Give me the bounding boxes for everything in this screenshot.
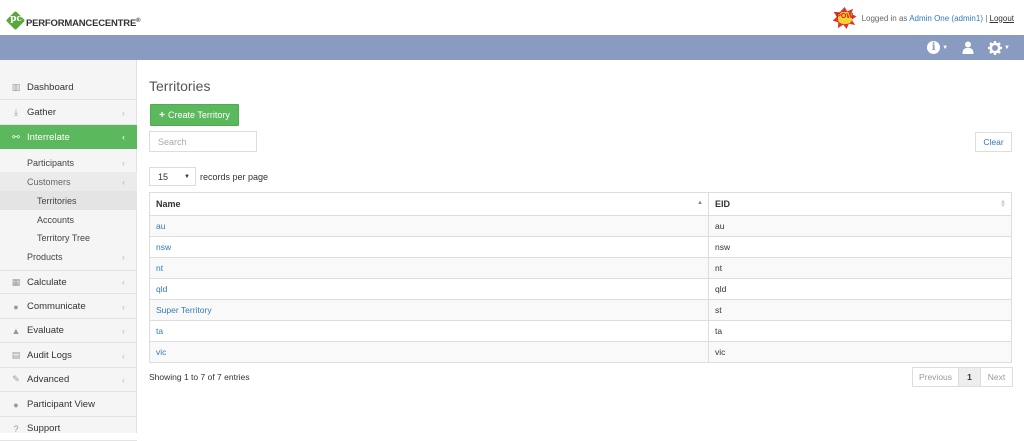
chevron-left-icon: ‹ bbox=[122, 374, 125, 385]
top-nav-bar: i ▼ ▼ bbox=[0, 35, 1024, 60]
brand-logo[interactable]: pc PERFORMANCECENTRE® bbox=[5, 7, 141, 31]
previous-page-button[interactable]: Previous bbox=[913, 368, 959, 386]
sidebar-item-advanced[interactable]: ✎ Advanced ‹ bbox=[0, 368, 137, 392]
chevron-left-icon: ‹ bbox=[122, 325, 125, 336]
main-content: Territories +Create Territory Clear 15▼ … bbox=[137, 60, 1024, 433]
eid-cell: qld bbox=[708, 278, 1012, 300]
sidebar-item-interrelate[interactable]: ⚯ Interrelate ‹ bbox=[0, 125, 137, 149]
sidebar-item-gather[interactable]: ⤓ Gather ‹ bbox=[0, 101, 137, 125]
eid-cell: nt bbox=[708, 257, 1012, 279]
question-icon: ? bbox=[13, 423, 19, 434]
sidebar-item-calculate[interactable]: ▦ Calculate ‹ bbox=[0, 270, 137, 294]
sidebar-item-communicate[interactable]: ● Communicate ‹ bbox=[0, 295, 137, 319]
chevron-left-icon: ‹ bbox=[122, 301, 125, 312]
plus-icon: + bbox=[159, 109, 165, 121]
chevron-left-icon: ‹ bbox=[122, 350, 125, 361]
territory-link[interactable]: Super Territory bbox=[156, 305, 212, 315]
table-row: vic vic bbox=[149, 341, 1012, 363]
sort-asc-icon: ▲ bbox=[697, 200, 703, 206]
chevron-left-icon: ‹ bbox=[122, 107, 125, 118]
territory-link[interactable]: au bbox=[156, 221, 165, 231]
link-icon: ⚯ bbox=[12, 131, 20, 142]
chevron-left-icon: ‹ bbox=[122, 251, 125, 262]
sidebar: ▥ Dashboard ⤓ Gather ‹ ⚯ Interrelate ‹ Partic… bbox=[0, 60, 137, 441]
territories-table: Name ▲ EID ▲ ▼ au au nsw nsw nt nt qld qld Supe… bbox=[149, 192, 1012, 363]
sidebar-item-evaluate[interactable]: ▲ Evaluate ‹ bbox=[0, 319, 137, 343]
sidebar-item-accounts[interactable]: Accounts bbox=[0, 210, 137, 229]
brand-name: PERFORMANCECENTRE® bbox=[26, 17, 141, 29]
logo-mark-icon: pc bbox=[5, 10, 26, 31]
sidebar-item-participant-view[interactable]: ● Participant View bbox=[0, 393, 137, 417]
table-row: nsw nsw bbox=[149, 236, 1012, 258]
column-header-name[interactable]: Name ▲ bbox=[149, 192, 709, 216]
sidebar-item-audit-logs[interactable]: ▤ Audit Logs ‹ bbox=[0, 344, 137, 368]
settings-menu-button[interactable]: ▼ bbox=[988, 40, 1010, 55]
user-box: POW Logged in as Admin One (admin1) | Lo… bbox=[832, 7, 1014, 29]
file-icon: ▤ bbox=[11, 350, 21, 360]
sidebar-item-products[interactable]: Products ‹ bbox=[0, 247, 137, 266]
column-header-eid[interactable]: EID ▲ ▼ bbox=[708, 192, 1012, 216]
info-menu-button[interactable]: i ▼ bbox=[927, 41, 948, 54]
top-header: pc PERFORMANCECENTRE® POW Logged in as A… bbox=[0, 0, 1024, 35]
user-icon: ● bbox=[13, 399, 19, 410]
chevron-down-icon: ‹ bbox=[122, 132, 125, 142]
sidebar-item-customers[interactable]: Customers ‹ bbox=[0, 172, 137, 191]
gear-icon bbox=[988, 40, 1003, 55]
territory-link[interactable]: vic bbox=[156, 347, 166, 357]
wrench-icon: ✎ bbox=[12, 374, 20, 384]
logout-link[interactable]: Logout bbox=[990, 14, 1014, 23]
pagination: Previous 1 Next bbox=[912, 367, 1013, 387]
chevron-left-icon: ‹ bbox=[122, 277, 125, 287]
table-row: au au bbox=[149, 215, 1012, 237]
records-per-page-select[interactable]: 15 ▼ bbox=[149, 167, 196, 186]
user-icon bbox=[962, 41, 974, 54]
search-input[interactable] bbox=[149, 131, 257, 152]
eid-cell: nsw bbox=[708, 236, 1012, 258]
records-per-page-label: records per page bbox=[200, 171, 269, 182]
info-icon: i bbox=[927, 41, 941, 54]
territory-link[interactable]: nt bbox=[156, 263, 163, 273]
territory-link[interactable]: ta bbox=[156, 326, 163, 336]
page-1-button[interactable]: 1 bbox=[959, 368, 981, 386]
create-territory-button[interactable]: + Create Territory bbox=[150, 104, 239, 126]
eid-cell: au bbox=[708, 215, 1012, 237]
sidebar-item-territories[interactable]: Territories bbox=[0, 191, 137, 210]
download-icon: ⤓ bbox=[14, 107, 18, 117]
chevron-down-icon: ‹ bbox=[122, 176, 125, 187]
sidebar-item-participants[interactable]: Participants ‹ bbox=[0, 153, 137, 172]
table-row: qld qld bbox=[149, 278, 1012, 300]
avatar[interactable]: POW bbox=[832, 7, 857, 29]
table-info: Showing 1 to 7 of 7 entries bbox=[149, 372, 250, 382]
calculator-icon: ▦ bbox=[11, 276, 21, 287]
table-row: nt nt bbox=[149, 257, 1012, 279]
territory-link[interactable]: qld bbox=[156, 284, 167, 294]
sidebar-item-support[interactable]: ? Support bbox=[0, 417, 137, 441]
thumbs-up-icon: ▲ bbox=[11, 325, 21, 336]
eid-cell: vic bbox=[708, 341, 1012, 363]
chevron-left-icon: ‹ bbox=[122, 157, 125, 168]
table-row: Super Territory st bbox=[149, 299, 1012, 321]
comments-icon: ● bbox=[13, 301, 19, 312]
caret-down-icon: ▼ bbox=[184, 173, 190, 180]
territory-link[interactable]: nsw bbox=[156, 242, 171, 252]
page-title: Territories bbox=[149, 78, 211, 94]
eid-cell: ta bbox=[708, 320, 1012, 342]
logged-in-text: Logged in as Admin One (admin1) | Logout bbox=[861, 13, 1014, 23]
user-menu-button[interactable] bbox=[962, 41, 974, 54]
user-name-link[interactable]: Admin One (admin1) bbox=[909, 14, 983, 23]
clear-button[interactable]: Clear bbox=[975, 132, 1012, 152]
sort-both-icon: ▲ ▼ bbox=[1000, 199, 1006, 209]
sidebar-item-territory-tree[interactable]: Territory Tree bbox=[0, 228, 137, 247]
table-row: ta ta bbox=[149, 320, 1012, 342]
records-per-page: 15 ▼ records per page bbox=[149, 167, 268, 186]
sidebar-item-dashboard[interactable]: ▥ Dashboard bbox=[0, 76, 137, 100]
next-page-button[interactable]: Next bbox=[981, 368, 1012, 386]
eid-cell: st bbox=[708, 299, 1012, 321]
bar-chart-icon: ▥ bbox=[11, 82, 21, 92]
